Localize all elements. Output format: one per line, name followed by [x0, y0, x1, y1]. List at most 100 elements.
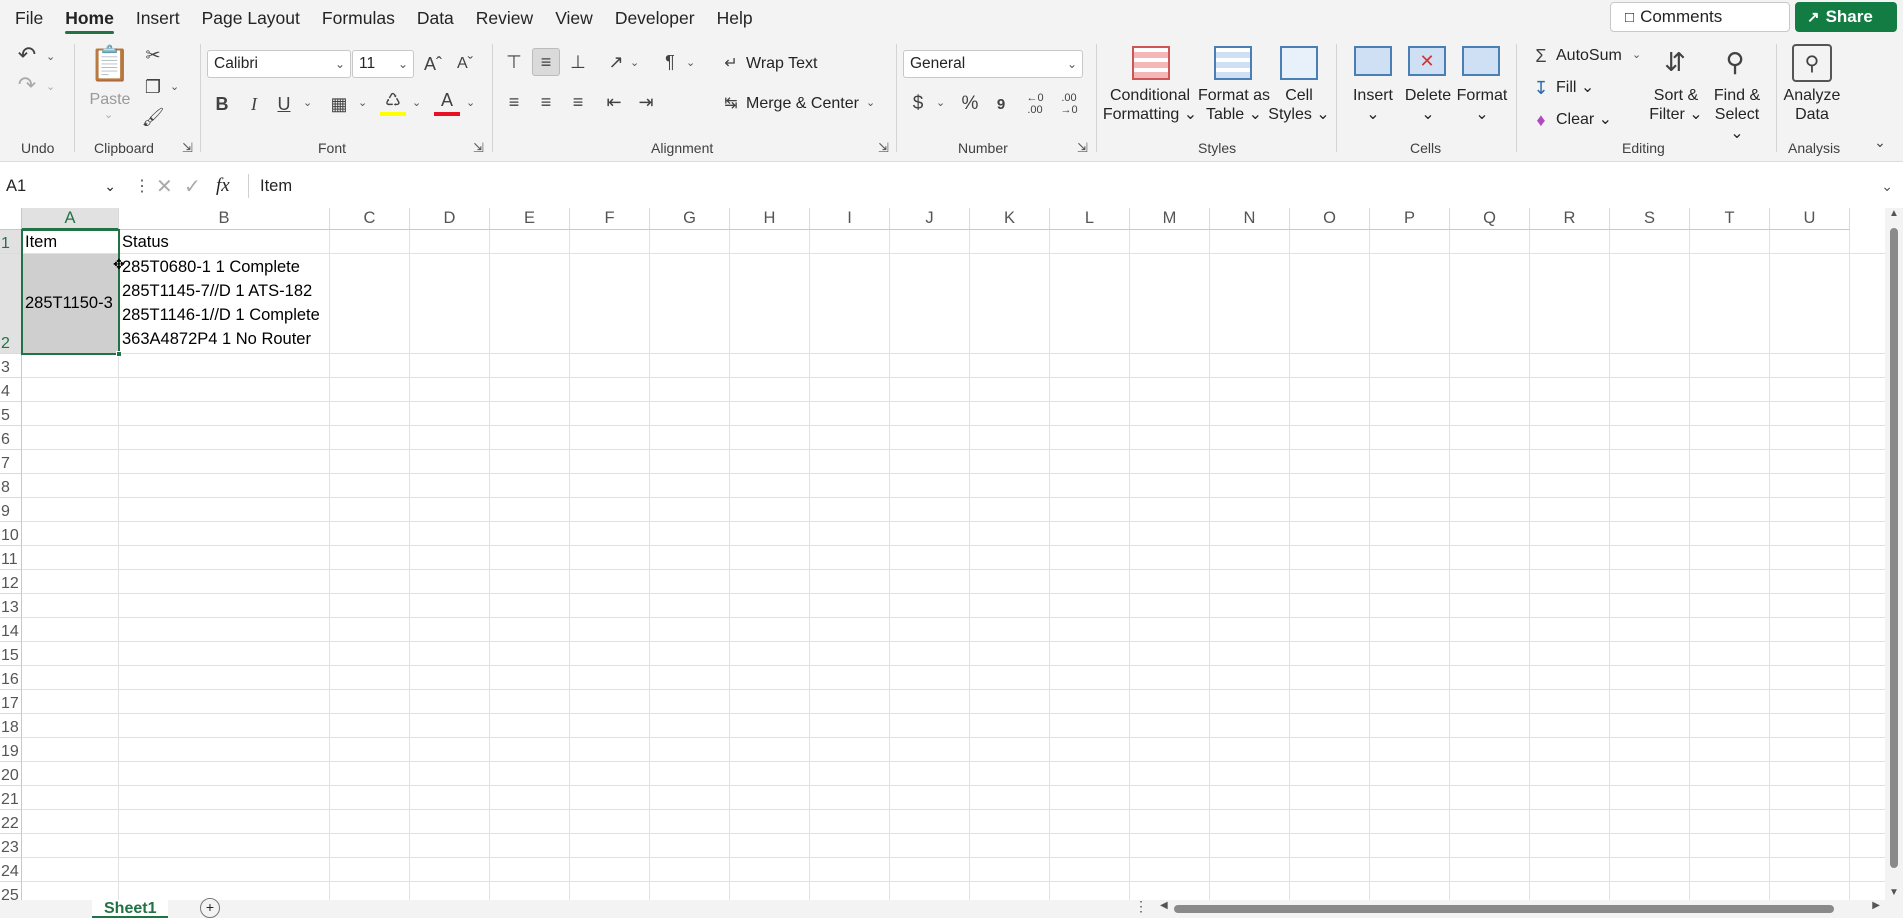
autosum-icon[interactable]: Σ — [1530, 44, 1552, 68]
conditional-formatting-button[interactable]: Conditional Formatting ⌄ — [1100, 86, 1200, 124]
worksheet-grid[interactable]: A B C D E F G H I J K L M N O P Q R S T U 1 2 3 4 5 6 7 8 9 10 11 12 13 14… — [0, 208, 1885, 900]
cell-a2[interactable]: 285T1150-3 — [25, 294, 113, 313]
column-header[interactable]: O — [1290, 208, 1370, 230]
undo-dropdown-icon[interactable]: ⌄ — [46, 50, 55, 63]
clear-button[interactable]: Clear ⌄ — [1556, 110, 1612, 129]
italic-button[interactable]: I — [242, 90, 266, 118]
wrap-text-icon[interactable]: ↵ — [720, 50, 742, 76]
horizontal-scrollbar[interactable]: ◀ ▶ — [1160, 900, 1880, 914]
autosum-button[interactable]: AutoSum — [1556, 46, 1622, 65]
autosum-dropdown-icon[interactable]: ⌄ — [1632, 48, 1641, 61]
insert-cells-icon[interactable] — [1354, 46, 1392, 76]
column-header[interactable]: A — [22, 208, 119, 230]
row-header[interactable]: 25 — [0, 882, 22, 900]
row-header[interactable]: 8 — [0, 474, 22, 498]
paste-dropdown-icon[interactable]: ⌄ — [104, 108, 113, 121]
align-top-icon[interactable]: ⊤ — [500, 48, 528, 76]
name-box[interactable]: A1 ⌄ — [2, 172, 122, 200]
row-header[interactable]: 3 — [0, 354, 22, 378]
undo-icon[interactable]: ↶ — [14, 42, 40, 68]
row-header[interactable]: 5 — [0, 402, 22, 426]
tab-view[interactable]: View — [544, 0, 604, 36]
format-painter-icon[interactable]: 🖌 — [140, 104, 166, 130]
merge-dropdown-icon[interactable]: ⌄ — [866, 96, 875, 109]
align-left-icon[interactable]: ≡ — [500, 88, 528, 116]
row-header[interactable]: 6 — [0, 426, 22, 450]
clear-icon[interactable]: ♦ — [1530, 108, 1552, 132]
cell-b2-line[interactable]: 285T1145-7//D 1 ATS-182 — [122, 282, 312, 301]
delete-cells-icon[interactable]: ✕ — [1408, 46, 1446, 76]
format-cells-icon[interactable] — [1462, 46, 1500, 76]
row-header[interactable]: 19 — [0, 738, 22, 762]
column-header[interactable]: P — [1370, 208, 1450, 230]
formula-input[interactable]: Item — [260, 172, 292, 200]
collapse-ribbon-icon[interactable]: ⌄ — [1870, 132, 1890, 152]
format-as-table-button[interactable]: Format as Table ⌄ — [1196, 86, 1272, 124]
cancel-icon[interactable]: ✕ — [156, 174, 173, 199]
scroll-up-icon[interactable]: ▲ — [1889, 208, 1899, 219]
underline-button[interactable]: U — [272, 90, 296, 118]
row-header[interactable]: 2 — [0, 254, 22, 354]
vertical-scrollbar[interactable]: ▲ ▼ — [1885, 208, 1903, 900]
row-header[interactable]: 17 — [0, 690, 22, 714]
sort-filter-button[interactable]: Sort & Filter ⌄ — [1648, 86, 1704, 124]
tab-page-layout[interactable]: Page Layout — [191, 0, 311, 36]
redo-icon[interactable]: ↷ — [14, 72, 40, 98]
increase-decimal-button[interactable]: ←0 .00 — [1020, 90, 1050, 118]
cell-styles-button[interactable]: Cell Styles ⌄ — [1268, 86, 1330, 124]
format-cells-button[interactable]: Format ⌄ — [1454, 86, 1510, 124]
column-header[interactable]: I — [810, 208, 890, 230]
row-header[interactable]: 9 — [0, 498, 22, 522]
column-header[interactable]: Q — [1450, 208, 1530, 230]
tab-review[interactable]: Review — [465, 0, 544, 36]
share-button[interactable]: ↗ Share — [1795, 2, 1897, 32]
fill-handle[interactable] — [116, 351, 122, 357]
h-scroll-thumb[interactable] — [1174, 905, 1834, 913]
column-header[interactable]: K — [970, 208, 1050, 230]
clipboard-launcher-icon[interactable]: ⇲ — [182, 140, 193, 156]
cell-b1[interactable]: Status — [122, 233, 169, 252]
font-name-select[interactable]: Calibri ⌄ — [207, 50, 351, 78]
column-header[interactable]: D — [410, 208, 490, 230]
row-header[interactable]: 10 — [0, 522, 22, 546]
cell-styles-icon[interactable] — [1280, 46, 1318, 80]
column-header[interactable]: F — [570, 208, 650, 230]
column-header[interactable]: M — [1130, 208, 1210, 230]
font-size-select[interactable]: 11 ⌄ — [352, 50, 414, 78]
row-header[interactable]: 24 — [0, 858, 22, 882]
paste-label[interactable]: Paste — [88, 90, 132, 109]
align-bottom-icon[interactable]: ⊥ — [564, 48, 592, 76]
column-header[interactable]: C — [330, 208, 410, 230]
row-header[interactable]: 14 — [0, 618, 22, 642]
column-header[interactable]: G — [650, 208, 730, 230]
decrease-decimal-button[interactable]: .00 →0 — [1054, 90, 1084, 118]
currency-dropdown-icon[interactable]: ⌄ — [936, 96, 945, 109]
tab-formulas[interactable]: Formulas — [311, 0, 406, 36]
text-direction-icon[interactable]: ¶ — [656, 48, 684, 76]
row-header[interactable]: 11 — [0, 546, 22, 570]
add-sheet-icon[interactable]: + — [200, 898, 220, 918]
cell-b2-line[interactable]: 363A4872P4 1 No Router — [122, 330, 311, 349]
decrease-indent-icon[interactable]: ⇤ — [600, 88, 628, 116]
column-header[interactable]: S — [1610, 208, 1690, 230]
column-header[interactable]: U — [1770, 208, 1850, 230]
row-header[interactable]: 20 — [0, 762, 22, 786]
align-right-icon[interactable]: ≡ — [564, 88, 592, 116]
increase-indent-icon[interactable]: ⇥ — [632, 88, 660, 116]
number-format-select[interactable]: General ⌄ — [903, 50, 1083, 78]
number-launcher-icon[interactable]: ⇲ — [1077, 140, 1088, 156]
row-header[interactable]: 7 — [0, 450, 22, 474]
fill-icon[interactable]: ↧ — [1530, 76, 1552, 100]
scroll-down-icon[interactable]: ▼ — [1889, 887, 1899, 898]
shrink-font-icon[interactable]: Aˇ — [452, 50, 478, 78]
column-header[interactable]: R — [1530, 208, 1610, 230]
wrap-text-button[interactable]: Wrap Text — [746, 54, 817, 73]
analyze-data-icon[interactable]: ⚲ — [1792, 44, 1832, 82]
copy-dropdown-icon[interactable]: ⌄ — [170, 80, 179, 93]
bold-button[interactable]: B — [210, 90, 234, 118]
scroll-left-icon[interactable]: ◀ — [1160, 900, 1168, 911]
scroll-right-icon[interactable]: ▶ — [1872, 900, 1880, 911]
orientation-dropdown-icon[interactable]: ⌄ — [630, 56, 639, 69]
column-header[interactable]: J — [890, 208, 970, 230]
column-header[interactable]: L — [1050, 208, 1130, 230]
